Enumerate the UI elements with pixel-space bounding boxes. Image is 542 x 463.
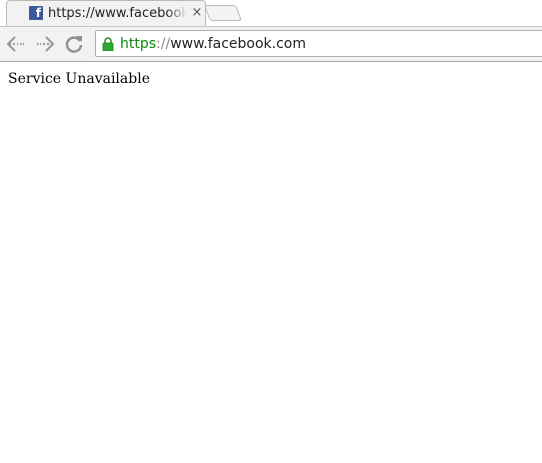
url-host: www.facebook.com: [170, 36, 307, 52]
facebook-icon: f: [29, 6, 43, 20]
page-content: Service Unavailable: [0, 62, 542, 463]
url-text: https://www.facebook.com: [120, 35, 306, 53]
tab-title: https://www.facebook.com: [48, 6, 186, 21]
forward-button[interactable]: [33, 32, 57, 56]
tab-title-fade: [167, 5, 187, 22]
tab-close-button[interactable]: ×: [190, 5, 204, 21]
reload-icon: [65, 36, 83, 53]
browser-window: f https://www.facebook.com × https://www…: [0, 0, 542, 463]
url-separator: ://: [156, 36, 171, 52]
lock-icon[interactable]: [102, 37, 114, 51]
new-tab-button[interactable]: [204, 5, 242, 21]
browser-toolbar: https://www.facebook.com: [0, 26, 542, 62]
tab-strip: f https://www.facebook.com ×: [0, 0, 542, 26]
reload-button[interactable]: [62, 32, 86, 56]
service-unavailable-message: Service Unavailable: [8, 71, 150, 87]
tab-facebook[interactable]: f https://www.facebook.com ×: [6, 0, 206, 26]
url-scheme: https: [120, 36, 157, 52]
back-button[interactable]: [4, 32, 28, 56]
address-bar[interactable]: https://www.facebook.com: [95, 30, 542, 57]
back-arrow-icon: [6, 36, 24, 52]
forward-arrow-icon: [37, 36, 55, 52]
